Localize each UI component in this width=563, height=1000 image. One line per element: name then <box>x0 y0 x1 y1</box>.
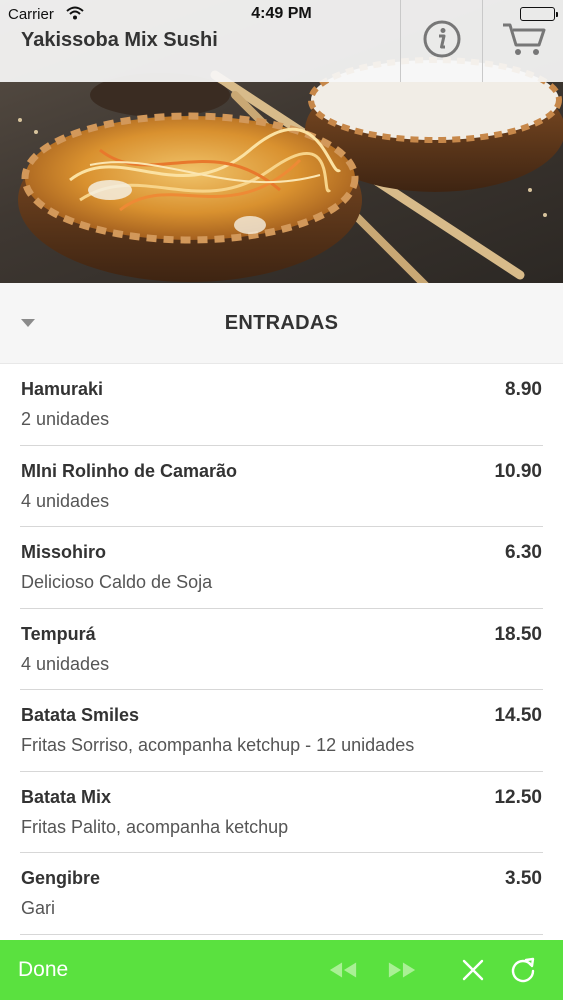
item-name: MIni Rolinho de Camarão <box>21 460 238 481</box>
close-icon[interactable] <box>458 956 488 984</box>
refresh-icon[interactable] <box>508 956 538 984</box>
cart-button[interactable] <box>482 0 563 82</box>
item-name: Gengibre <box>21 868 101 888</box>
item-price: 14.50 <box>494 705 542 726</box>
item-price: 18.50 <box>494 623 542 645</box>
menu-item[interactable]: Tempurá 4 unidades 18.50 <box>20 609 543 690</box>
menu-item[interactable]: Batata Mix Fritas Palito, acompanha ketc… <box>20 772 543 853</box>
item-description: Gari <box>21 898 56 918</box>
info-button[interactable] <box>400 0 482 82</box>
item-price: 12.50 <box>494 786 542 808</box>
item-price: 10.90 <box>494 460 542 482</box>
item-price: 6.30 <box>505 542 542 563</box>
menu-item[interactable]: Missohiro Delicioso Caldo de Soja 6.30 <box>20 527 543 609</box>
top-header: Carrier 4:49 PM Yakissoba Mix Sushi <box>0 0 563 82</box>
menu-item[interactable]: MIni Rolinho de Camarão 4 unidades 10.90 <box>20 446 543 527</box>
item-description: Fritas Palito, acompanha ketchup <box>21 816 289 837</box>
item-description: 4 unidades <box>21 490 110 511</box>
menu-item[interactable]: Gengibre Gari 3.50 <box>20 853 543 935</box>
info-icon <box>422 19 462 64</box>
menu-item[interactable]: Batata Smiles Fritas Sorriso, acompanha … <box>20 690 543 772</box>
item-name: Missohiro <box>21 542 107 562</box>
section-title: ENTRADAS <box>224 312 339 334</box>
cart-icon <box>501 19 547 64</box>
item-name: Tempurá <box>21 623 96 644</box>
menu-item[interactable]: Hamuraki 2 unidades 8.90 <box>20 364 543 446</box>
back-icon[interactable] <box>328 956 358 984</box>
item-description: 2 unidades <box>21 409 110 429</box>
item-price: 8.90 <box>505 379 542 400</box>
item-name: Batata Mix <box>21 786 112 807</box>
done-button[interactable]: Done <box>18 958 68 982</box>
page-title: Yakissoba Mix Sushi <box>21 29 218 51</box>
item-description: Delicioso Caldo de Soja <box>21 572 213 592</box>
section-header-entradas[interactable]: ENTRADAS <box>0 283 563 364</box>
item-name: Batata Smiles <box>21 705 140 725</box>
item-description: 4 unidades <box>21 653 110 674</box>
item-name: Hamuraki <box>21 379 104 399</box>
item-price: 3.50 <box>505 868 542 889</box>
menu-list: Hamuraki 2 unidades 8.90 MIni Rolinho de… <box>0 364 563 935</box>
item-description: Fritas Sorriso, acompanha ketchup - 12 u… <box>21 735 415 755</box>
bottom-toolbar: Done <box>0 940 563 1000</box>
forward-icon[interactable] <box>387 956 417 984</box>
